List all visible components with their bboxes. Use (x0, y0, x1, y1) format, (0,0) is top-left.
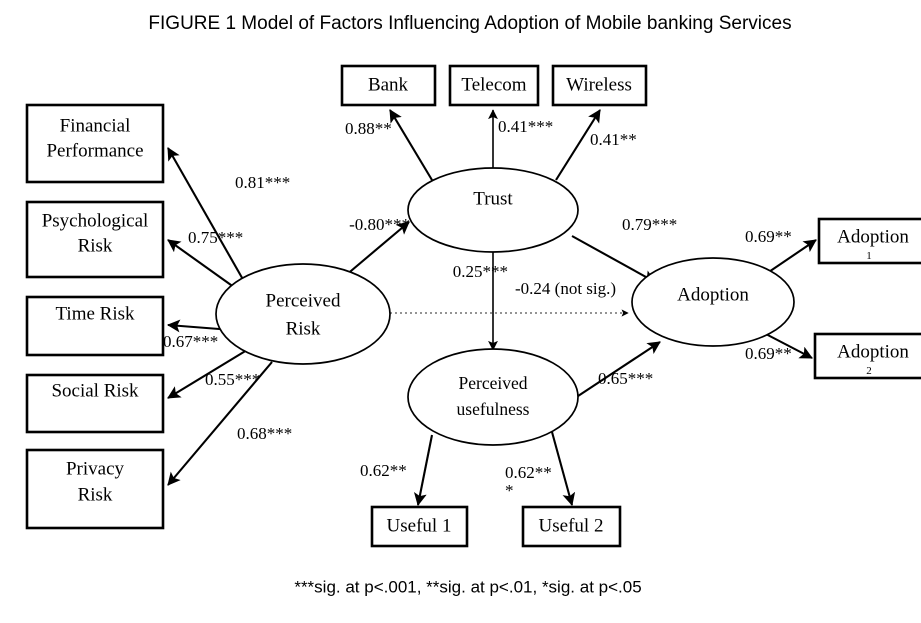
perceived-usefulness-ellipse (407, 348, 579, 446)
figure-page: FIGURE 1 Model of Factors Influencing Ad… (0, 0, 921, 623)
coefficient-perceived-usefulness-useful-2-overflow: * (505, 481, 514, 500)
perceived-usefulness-label-line2: usefulness (457, 399, 530, 419)
telecom-label: Telecom (461, 74, 526, 95)
financial-performance-label-line2: Performance (46, 140, 143, 161)
perceived-risk-ellipse (215, 263, 391, 365)
wireless-label: Wireless (566, 74, 632, 95)
path-diagram: FIGURE 1 Model of Factors Influencing Ad… (0, 0, 921, 623)
coefficient-perceived-risk-privacy-risk: 0.68*** (237, 424, 292, 443)
social-risk-label: Social Risk (51, 380, 139, 401)
perceived-usefulness-label-line1: Perceived (459, 373, 528, 393)
coefficient-perceived-risk-social-risk: 0.55*** (205, 370, 260, 389)
coefficient-trust-bank: 0.88** (345, 119, 392, 138)
coefficient-adoption-adoption-2: 0.69** (745, 344, 792, 363)
privacy-risk-label-line1: Privacy (66, 458, 125, 479)
bank-label: Bank (368, 74, 409, 95)
psychological-risk-label-line1: Psychological (42, 210, 149, 231)
trust-label: Trust (473, 188, 513, 209)
coefficient-adoption-adoption-1: 0.69** (745, 227, 792, 246)
psychological-risk-label-line2: Risk (78, 235, 113, 256)
indicator-wireless: Wireless (551, 64, 648, 107)
perceived-risk-label-line1: Perceived (266, 290, 341, 311)
adoption-label: Adoption (677, 284, 749, 305)
time-risk-label: Time Risk (55, 303, 135, 324)
latent-trust: Trust (407, 167, 579, 253)
useful-1-label: Useful 1 (387, 515, 452, 536)
coefficient-trust-adoption: 0.79*** (622, 215, 677, 234)
indicator-psychological-risk: Psychological Risk (25, 200, 165, 279)
indicator-time-risk: Time Risk (25, 295, 165, 357)
coefficient-perceived-risk-financial-performance: 0.81*** (235, 173, 290, 192)
coefficient-trust-wireless: 0.41** (590, 130, 637, 149)
adoption-1-label: Adoption (837, 226, 909, 247)
adoption-2-subscript: 2 (866, 365, 872, 377)
coefficient-perceived-risk-psychological-risk: 0.75*** (188, 228, 243, 247)
coefficient-perceived-risk-time-risk: 0.67*** (163, 332, 218, 351)
indicator-bank: Bank (340, 64, 437, 107)
privacy-risk-label-line2: Risk (78, 484, 113, 505)
indicator-adoption-2: Adoption 2 (813, 332, 921, 380)
coefficient-perceived-usefulness-useful-1: 0.62** (360, 461, 407, 480)
indicator-useful-2: Useful 2 (521, 505, 622, 548)
indicator-social-risk: Social Risk (25, 373, 165, 434)
significance-footnote: ***sig. at p<.001, **sig. at p<.01, *sig… (294, 577, 641, 596)
coefficient-perceived-usefulness-adoption: 0.65*** (598, 369, 653, 388)
indicator-useful-1: Useful 1 (370, 505, 469, 548)
coefficient-perceived-usefulness-useful-2: 0.62** (505, 463, 552, 482)
indicator-telecom: Telecom (448, 64, 540, 107)
indicator-adoption-1: Adoption 1 (817, 217, 921, 265)
indicator-financial-performance: Financial Performance (25, 103, 165, 184)
trust-ellipse (407, 167, 579, 253)
adoption-2-label: Adoption (837, 341, 909, 362)
indicator-privacy-risk: Privacy Risk (25, 448, 165, 530)
latent-perceived-risk: Perceived Risk (215, 263, 391, 365)
useful-2-label: Useful 2 (539, 515, 604, 536)
latent-adoption: Adoption (631, 257, 795, 347)
coefficient-trust-perceived-usefulness: 0.25*** (453, 262, 508, 281)
perceived-risk-label-line2: Risk (286, 318, 321, 339)
coefficient-perceived-risk-adoption: -0.24 (not sig.) (515, 279, 616, 298)
adoption-1-subscript: 1 (866, 250, 872, 262)
figure-title: FIGURE 1 Model of Factors Influencing Ad… (148, 13, 791, 34)
coefficient-trust-telecom: 0.41*** (498, 117, 553, 136)
coefficient-perceived-risk-trust: -0.80*** (349, 215, 410, 234)
latent-perceived-usefulness: Perceived usefulness (407, 348, 579, 446)
financial-performance-label-line1: Financial (60, 115, 131, 136)
